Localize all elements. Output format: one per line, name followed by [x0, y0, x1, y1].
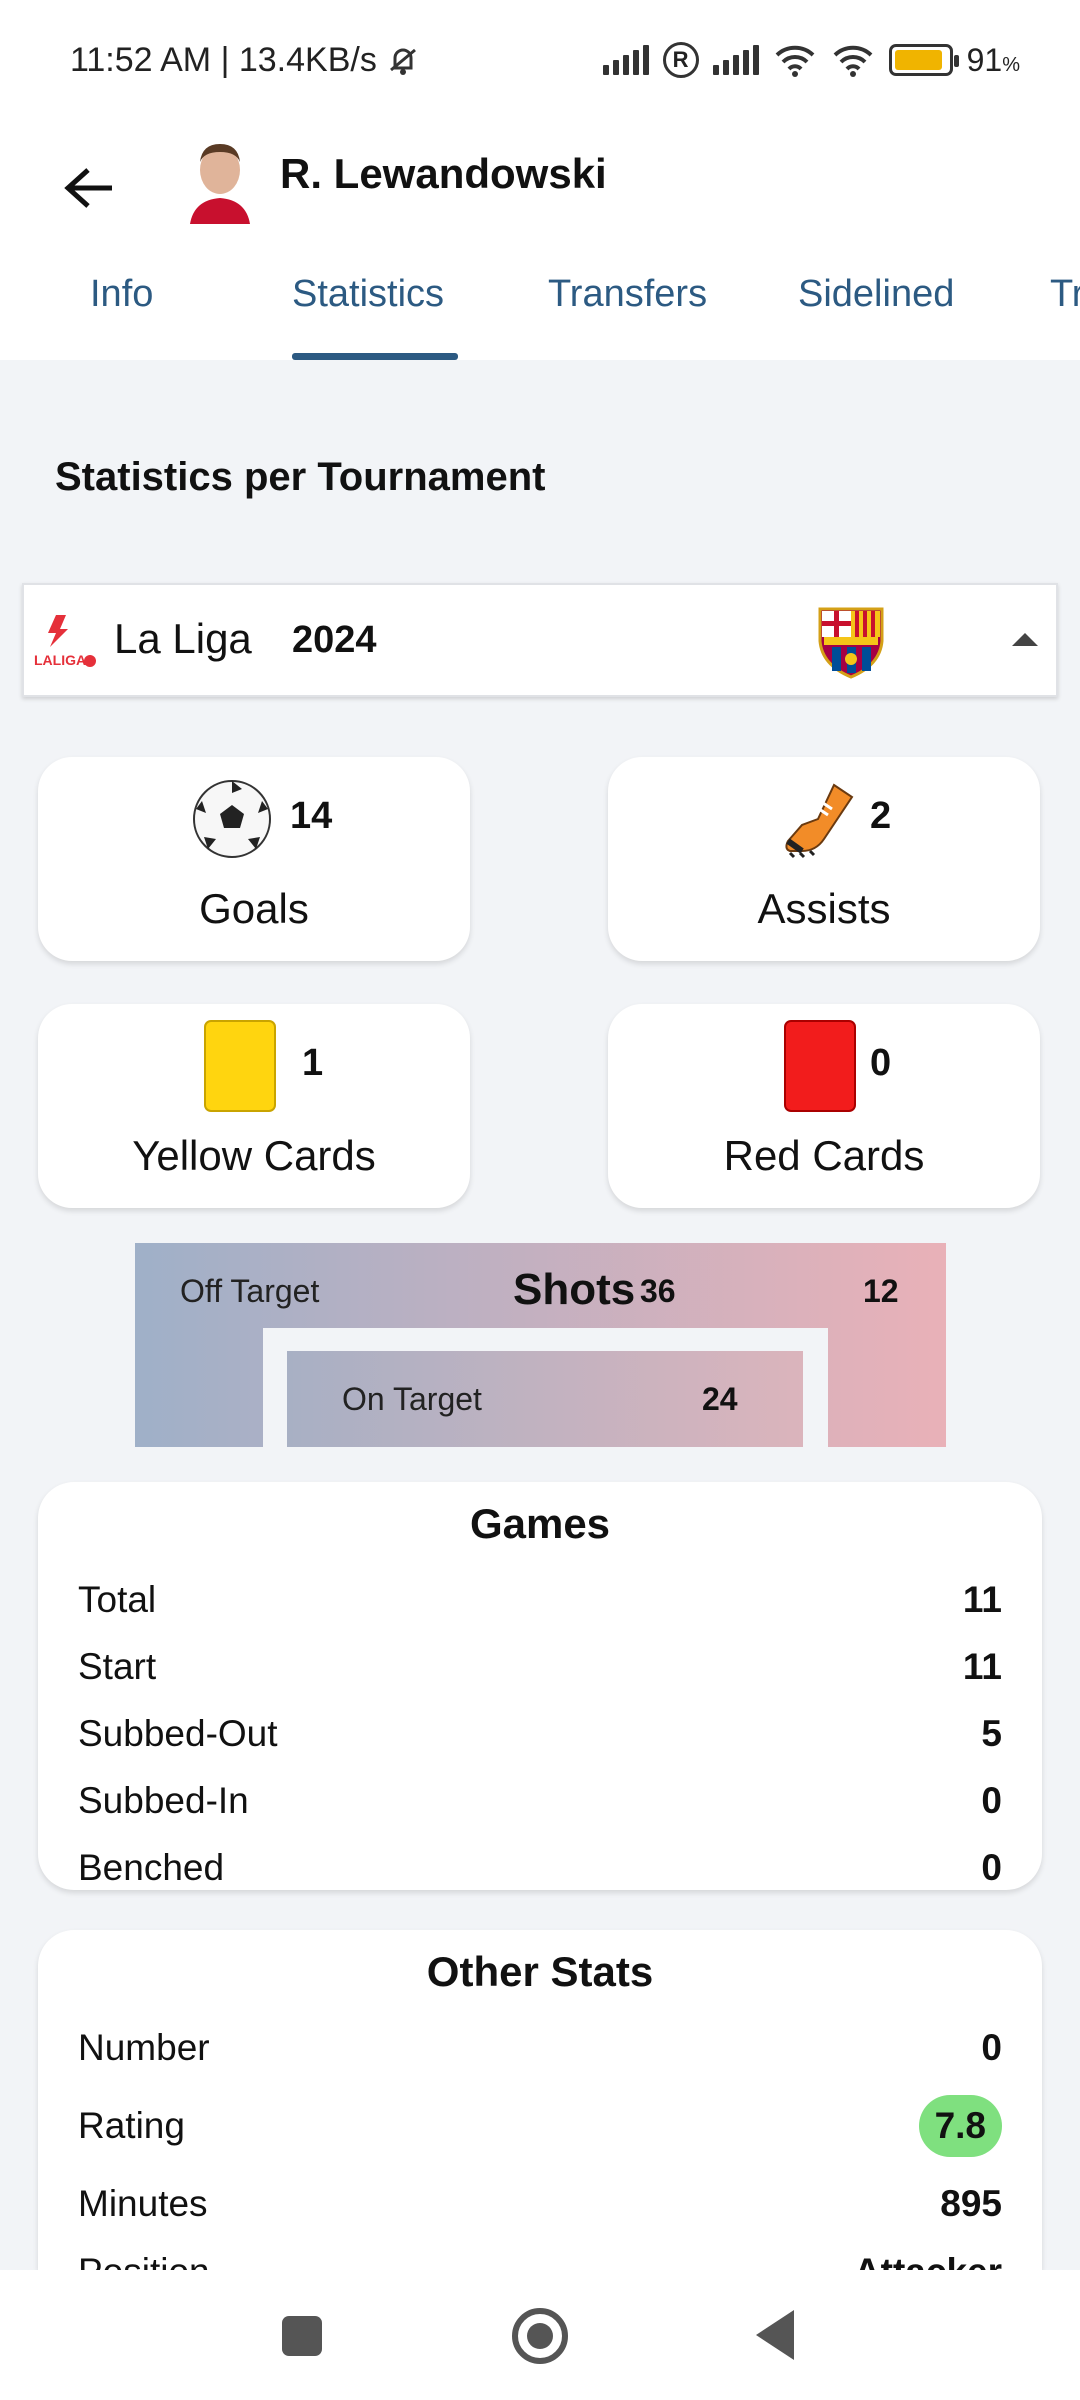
club-crest-icon — [814, 603, 888, 679]
football-icon — [190, 777, 274, 861]
yellow-cards-label: Yellow Cards — [132, 1132, 376, 1179]
other-stats-title: Other Stats — [426, 1948, 654, 1995]
svg-text:LALIGA: LALIGA — [34, 652, 86, 668]
yellow-cards-card: 1 Yellow Cards — [38, 1004, 470, 1208]
shots-label: Shots — [513, 1265, 636, 1314]
goals-label: Goals — [199, 885, 309, 932]
season-label: 2024 — [292, 619, 377, 661]
off-target-value: 12 — [863, 1273, 899, 1309]
on-target-box: On Target 24 — [287, 1351, 803, 1447]
battery-icon — [888, 44, 959, 76]
wifi-icon — [773, 43, 817, 77]
goals-card: 14 Goals — [38, 757, 470, 961]
games-row-benched: Benched 0 — [78, 1847, 1002, 1888]
on-target-value: 24 — [702, 1381, 738, 1417]
goals-value: 14 — [290, 795, 333, 837]
yellow-card-icon — [198, 1020, 282, 1112]
games-row-subbed-in: Subbed-In 0 — [78, 1780, 1002, 1821]
tab-trophies[interactable]: Tr — [1050, 265, 1080, 360]
tab-statistics[interactable]: Statistics — [292, 265, 444, 360]
off-target-label: Off Target — [180, 1273, 320, 1309]
assists-value: 2 — [870, 795, 892, 837]
cell-signal-icon — [602, 45, 649, 75]
on-target-label: On Target — [342, 1381, 482, 1417]
tab-transfers[interactable]: Transfers — [548, 265, 707, 360]
other-row-rating: Rating 7.8 — [78, 2095, 1002, 2157]
player-avatar — [180, 134, 260, 224]
active-tab-indicator — [292, 353, 458, 360]
games-panel: Games Total 11 Start 11 Subbed-Out 5 Subbed… — [38, 1482, 1042, 1890]
assists-label: Assists — [757, 885, 891, 932]
rating-badge: 7.8 — [918, 2095, 1002, 2157]
other-row-minutes: Minutes 895 — [78, 2183, 1002, 2224]
back-button[interactable] — [50, 148, 130, 228]
battery-percent: 91% — [966, 41, 1020, 78]
shots-panel: Off Target Shots 36 12 On Target 24 — [135, 1243, 946, 1447]
shots-total: 36 — [640, 1273, 676, 1309]
assists-card: 2 Assists — [608, 757, 1040, 961]
player-name: R. Lewandowski — [280, 150, 607, 197]
system-back-button[interactable] — [756, 2310, 794, 2360]
home-button[interactable] — [512, 2308, 568, 2364]
red-cards-value: 0 — [870, 1042, 892, 1084]
red-cards-label: Red Cards — [723, 1132, 925, 1179]
arrow-left-icon — [64, 168, 112, 208]
tab-sidelined[interactable]: Sidelined — [798, 265, 954, 360]
yellow-cards-value: 1 — [302, 1042, 324, 1084]
league-name: La Liga — [114, 615, 252, 662]
other-stats-panel: Other Stats Number 0 Rating 7.8 Minutes 895… — [38, 1930, 1042, 2270]
status-bar: 11:52 AM | 13.4KB/s R 91% — [0, 0, 1080, 120]
tab-info[interactable]: Info — [90, 265, 153, 360]
dropdown-caret-icon — [1012, 633, 1038, 646]
roaming-icon: R — [662, 42, 699, 78]
games-title: Games — [469, 1500, 611, 1547]
games-row-start: Start 11 — [78, 1646, 1002, 1687]
tournament-dropdown[interactable]: LALIGA La Liga 2024 — [22, 583, 1058, 697]
other-row-position: PositionAttacker — [78, 2242, 1002, 2270]
games-row-subbed-out: Subbed-Out 5 — [78, 1713, 1002, 1754]
recents-button[interactable] — [282, 2316, 322, 2356]
red-card-icon — [778, 1020, 862, 1112]
wifi-2-icon — [831, 43, 875, 77]
status-time-speed: 11:52 AM | 13.4KB/s — [70, 40, 377, 79]
player-header: R. Lewandowski Info Statistics Transfers… — [0, 120, 1080, 360]
games-row-total: Total 11 — [78, 1579, 1002, 1620]
system-nav-bar — [0, 2270, 1080, 2400]
boot-icon — [778, 777, 862, 861]
dnd-bell-icon — [385, 42, 421, 78]
red-cards-card: 0 Red Cards — [608, 1004, 1040, 1208]
tab-bar: Info Statistics Transfers Sidelined Tr — [0, 265, 1080, 360]
cell-signal-2-icon — [712, 45, 759, 75]
section-title: Statistics per Tournament — [55, 455, 546, 499]
other-row-number: Number 0 — [78, 2027, 1002, 2068]
laliga-logo: LALIGA — [34, 611, 96, 671]
